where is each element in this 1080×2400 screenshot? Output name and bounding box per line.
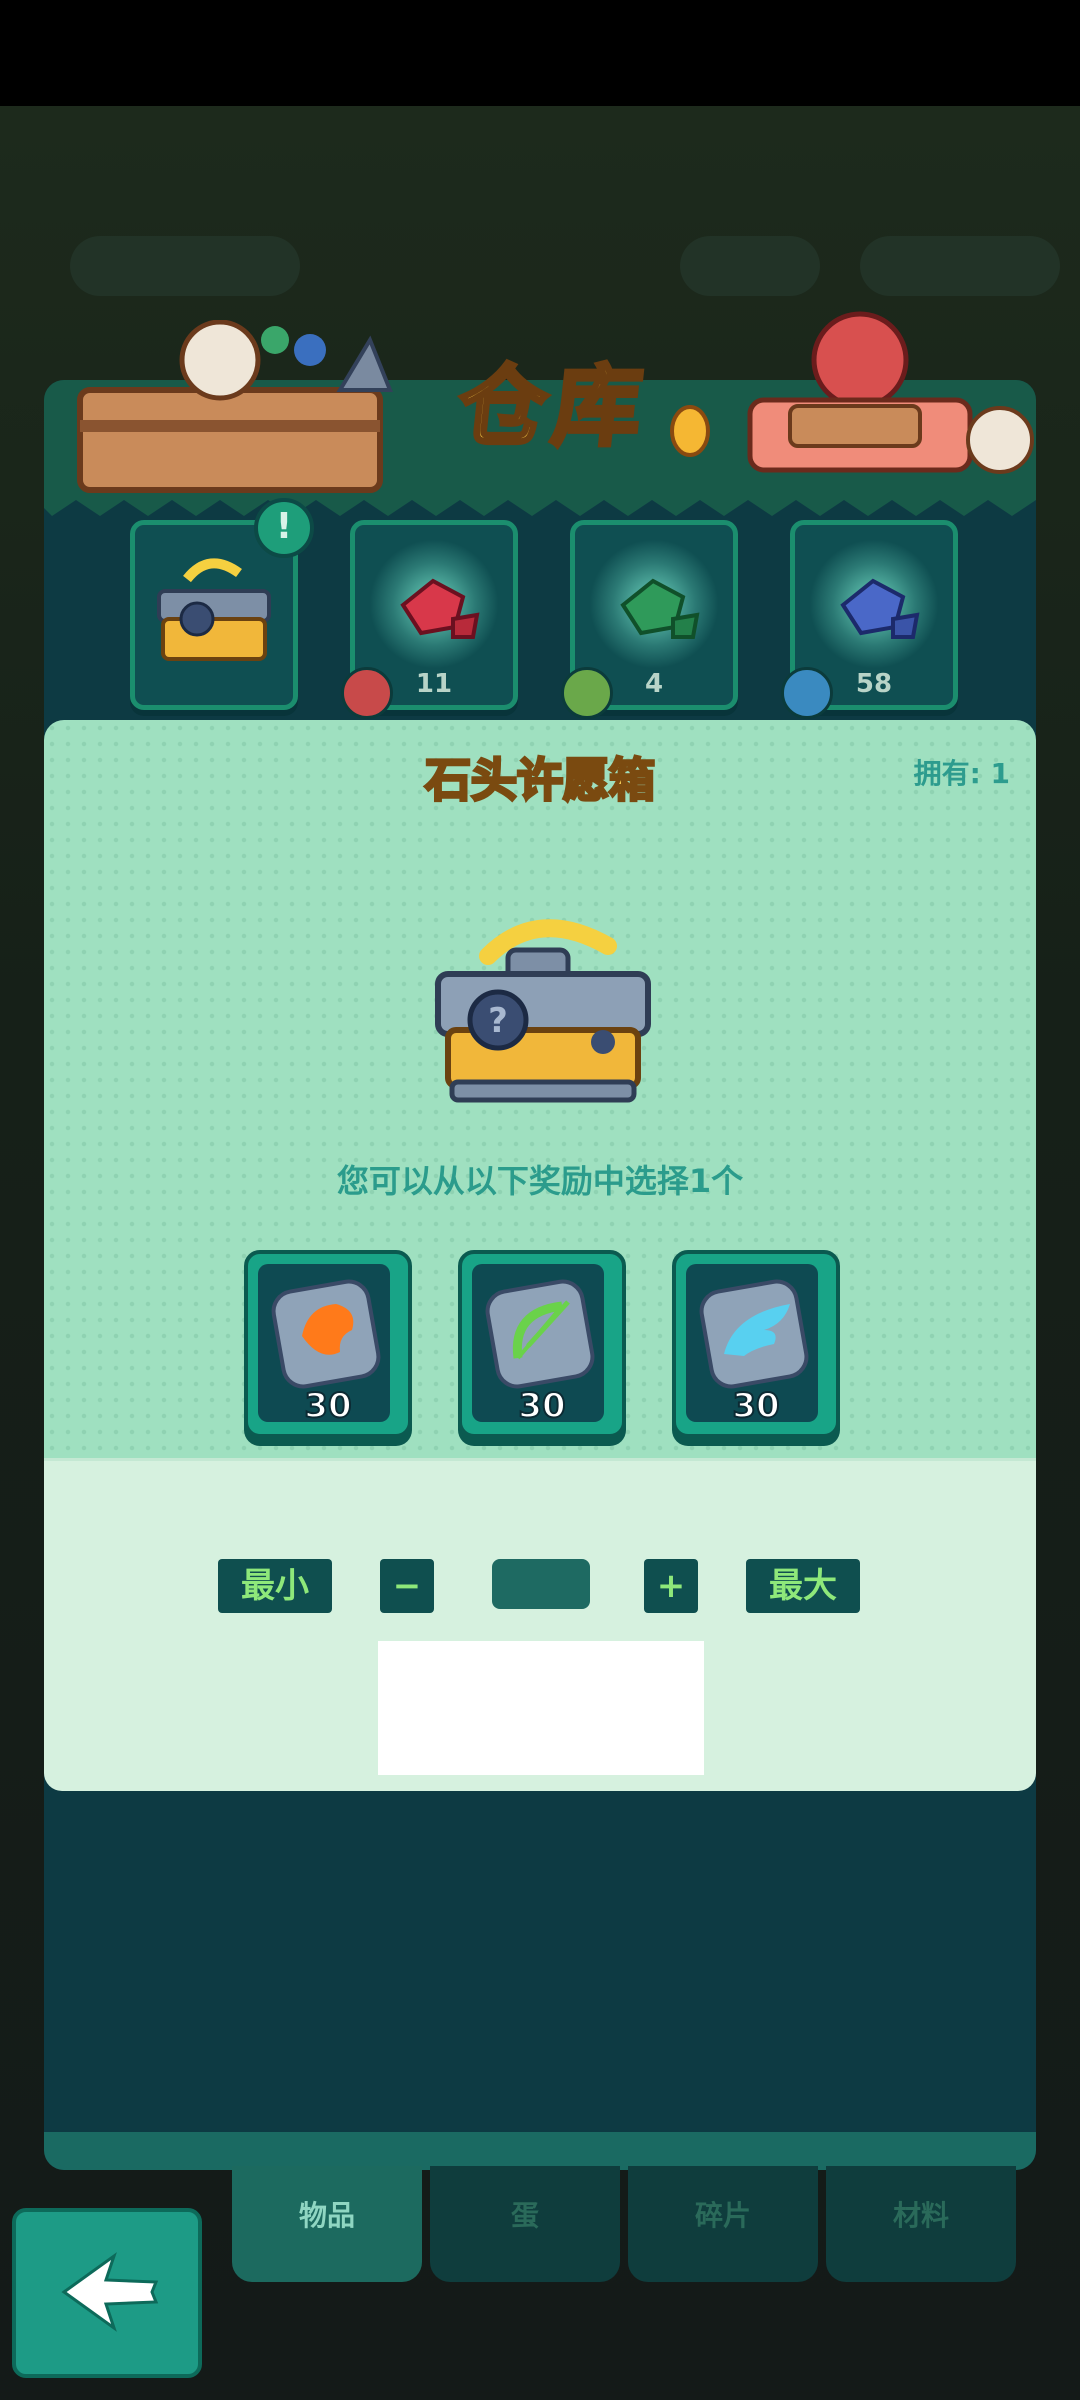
panel-bottom-band xyxy=(44,2132,1036,2170)
tab-eggs[interactable]: 蛋 xyxy=(430,2166,620,2282)
max-button[interactable]: 最大 xyxy=(746,1559,860,1613)
item-detail-panel: 石头许愿箱 拥有: 1 ? 您可以从以下奖励中选择1个 30 30 30 xyxy=(44,720,1036,1458)
stone-chest-icon xyxy=(157,558,271,661)
plus-button[interactable]: + xyxy=(644,1559,698,1613)
item-count: 4 xyxy=(644,669,664,699)
orange-element-icon xyxy=(302,1304,354,1355)
wing-element-icon xyxy=(724,1304,790,1356)
background-hud-pill xyxy=(70,236,300,296)
item-title: 石头许愿箱 xyxy=(424,752,657,809)
blue-stone-icon xyxy=(840,578,920,639)
choose-reward-instruction: 您可以从以下奖励中选择1个 xyxy=(336,1162,744,1200)
treasure-crate-illustration xyxy=(77,320,393,493)
reward-option-bow[interactable]: 30 xyxy=(458,1250,626,1438)
reward-quantity: 30 xyxy=(303,1385,352,1427)
bow-element-icon xyxy=(512,1300,570,1360)
coin-icon xyxy=(670,405,710,457)
red-stone-icon xyxy=(400,578,480,639)
exclamation-badge-icon: ! xyxy=(254,498,314,558)
background-hud-pill xyxy=(680,236,820,296)
back-arrow-icon xyxy=(61,2252,159,2332)
background-hud-pill xyxy=(860,236,1060,296)
quantity-value[interactable] xyxy=(492,1559,590,1609)
reward-option-wing[interactable]: 30 xyxy=(672,1250,840,1438)
reward-quantity: 30 xyxy=(517,1385,566,1427)
reward-quantity: 30 xyxy=(731,1385,780,1427)
tab-materials[interactable]: 材料 xyxy=(826,2166,1016,2282)
min-button[interactable]: 最小 xyxy=(218,1559,332,1613)
item-slot-red-stone[interactable]: 11 xyxy=(341,520,518,719)
back-button[interactable] xyxy=(12,2208,202,2378)
owned-count: 拥有: 1 xyxy=(913,757,1010,790)
reward-option-orange[interactable]: 30 xyxy=(244,1250,412,1438)
tab-items[interactable]: 物品 xyxy=(232,2166,422,2282)
svg-text:?: ? xyxy=(488,1001,508,1041)
status-bar xyxy=(0,0,1080,106)
page-title: 仓库 xyxy=(452,353,655,460)
item-count: 58 xyxy=(855,669,893,699)
quantity-selector: 最小 − + 最大 xyxy=(44,1458,1036,1791)
minus-button[interactable]: − xyxy=(380,1559,434,1613)
item-slot-green-stone[interactable]: 4 xyxy=(561,520,738,719)
green-stone-icon xyxy=(620,578,700,639)
item-slot-blue-stone[interactable]: 58 xyxy=(781,520,958,719)
item-count: 11 xyxy=(415,669,453,699)
stone-chest-large-icon: ? xyxy=(435,919,651,1103)
tab-fragments[interactable]: 碎片 xyxy=(628,2166,818,2282)
confirm-button-placeholder[interactable] xyxy=(378,1641,704,1775)
mascot-illustration xyxy=(747,311,1034,474)
